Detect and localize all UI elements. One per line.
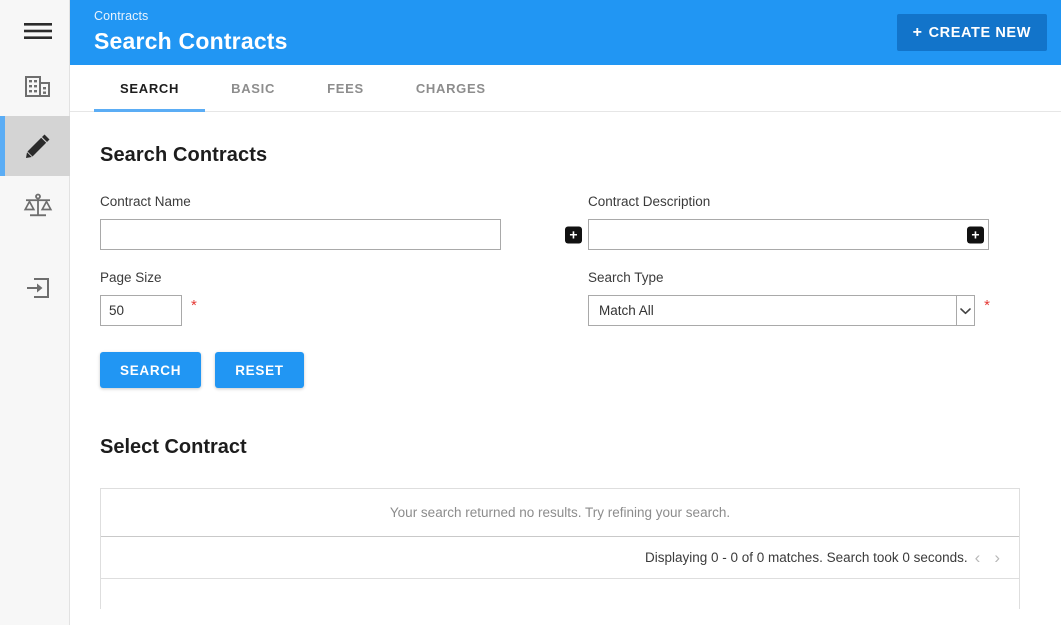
tab-search-label: SEARCH xyxy=(120,80,180,96)
chevron-down-icon[interactable] xyxy=(956,296,975,325)
contract-name-add-icon[interactable]: + xyxy=(565,226,582,243)
search-type-label: Search Type xyxy=(588,270,664,285)
tab-charges-label: CHARGES xyxy=(415,80,486,96)
tab-search[interactable]: SEARCH xyxy=(94,65,206,112)
tab-fees-label: FEES xyxy=(327,80,364,96)
tab-basic-label: BASIC xyxy=(231,80,276,96)
field-page-size: Page Size * xyxy=(100,269,588,326)
reset-button[interactable]: RESET xyxy=(215,352,304,388)
contract-name-label: Contract Name xyxy=(100,194,191,209)
menu-toggle[interactable] xyxy=(0,6,70,56)
contract-name-input-wrap: + xyxy=(100,219,588,250)
page-size-required-marker: * xyxy=(191,297,197,314)
results-footer: Displaying 0 - 0 of 0 matches. Search to… xyxy=(101,537,1019,579)
scales-balance-icon xyxy=(23,192,53,220)
tab-fees[interactable]: FEES xyxy=(301,65,390,111)
results-status-text: Displaying 0 - 0 of 0 matches. Search to… xyxy=(644,550,968,565)
main-column: Contracts Search Contracts + CREATE NEW … xyxy=(70,0,1061,625)
field-contract-name: Contract Name + xyxy=(100,193,588,250)
field-search-type: Search Type Match All * xyxy=(588,269,990,326)
tab-charges[interactable]: CHARGES xyxy=(390,65,512,111)
tab-basic[interactable]: BASIC xyxy=(205,65,301,111)
page-size-label: Page Size xyxy=(100,270,162,285)
page-size-input[interactable] xyxy=(100,295,182,326)
form-actions: SEARCH RESET xyxy=(100,352,1061,388)
search-section-title: Search Contracts xyxy=(100,144,268,166)
results-panel: Your search returned no results. Try ref… xyxy=(100,488,1020,579)
create-new-button-label: CREATE NEW xyxy=(928,24,1031,41)
field-contract-description: Contract Description + xyxy=(588,193,990,250)
content-area: Search Contracts Contract Name + Contrac… xyxy=(70,112,1061,625)
contract-description-input[interactable] xyxy=(588,219,989,250)
hamburger-menu-icon xyxy=(23,20,53,42)
contract-description-add-icon[interactable]: + xyxy=(967,226,984,243)
contract-name-input[interactable] xyxy=(100,219,501,250)
create-new-button[interactable]: + CREATE NEW xyxy=(896,14,1047,51)
building-icon xyxy=(24,73,52,99)
page-header: Contracts Search Contracts + CREATE NEW xyxy=(70,0,1061,65)
search-form: Contract Name + Contract Description + P… xyxy=(100,193,1030,326)
search-button[interactable]: SEARCH xyxy=(100,352,202,388)
results-panel-tail xyxy=(100,579,1020,609)
app-root: Contracts Search Contracts + CREATE NEW … xyxy=(0,0,1061,625)
select-contract-title: Select Contract xyxy=(100,436,247,458)
plus-icon: + xyxy=(912,23,923,41)
next-page-icon[interactable]: › xyxy=(987,549,1007,566)
search-type-value: Match All xyxy=(599,303,654,318)
search-type-select[interactable]: Match All xyxy=(588,295,976,326)
search-type-required-marker: * xyxy=(984,297,990,314)
sidebar-item-legal[interactable] xyxy=(0,176,70,236)
sidebar-item-logout[interactable] xyxy=(0,258,70,318)
prev-page-icon[interactable]: ‹ xyxy=(968,549,988,566)
contract-description-label: Contract Description xyxy=(588,194,711,209)
search-type-select-wrap: Match All * xyxy=(588,295,990,326)
contract-description-input-wrap: + xyxy=(588,219,990,250)
results-empty-message: Your search returned no results. Try ref… xyxy=(101,489,1019,537)
page-size-input-wrap: * xyxy=(100,295,588,326)
sidebar-item-contracts[interactable] xyxy=(0,116,70,176)
pen-edit-icon xyxy=(23,131,53,161)
tab-bar: SEARCH BASIC FEES CHARGES xyxy=(70,65,1061,112)
sidebar-item-organizations[interactable] xyxy=(0,56,70,116)
exit-login-icon xyxy=(24,275,52,301)
sidebar xyxy=(0,0,70,625)
